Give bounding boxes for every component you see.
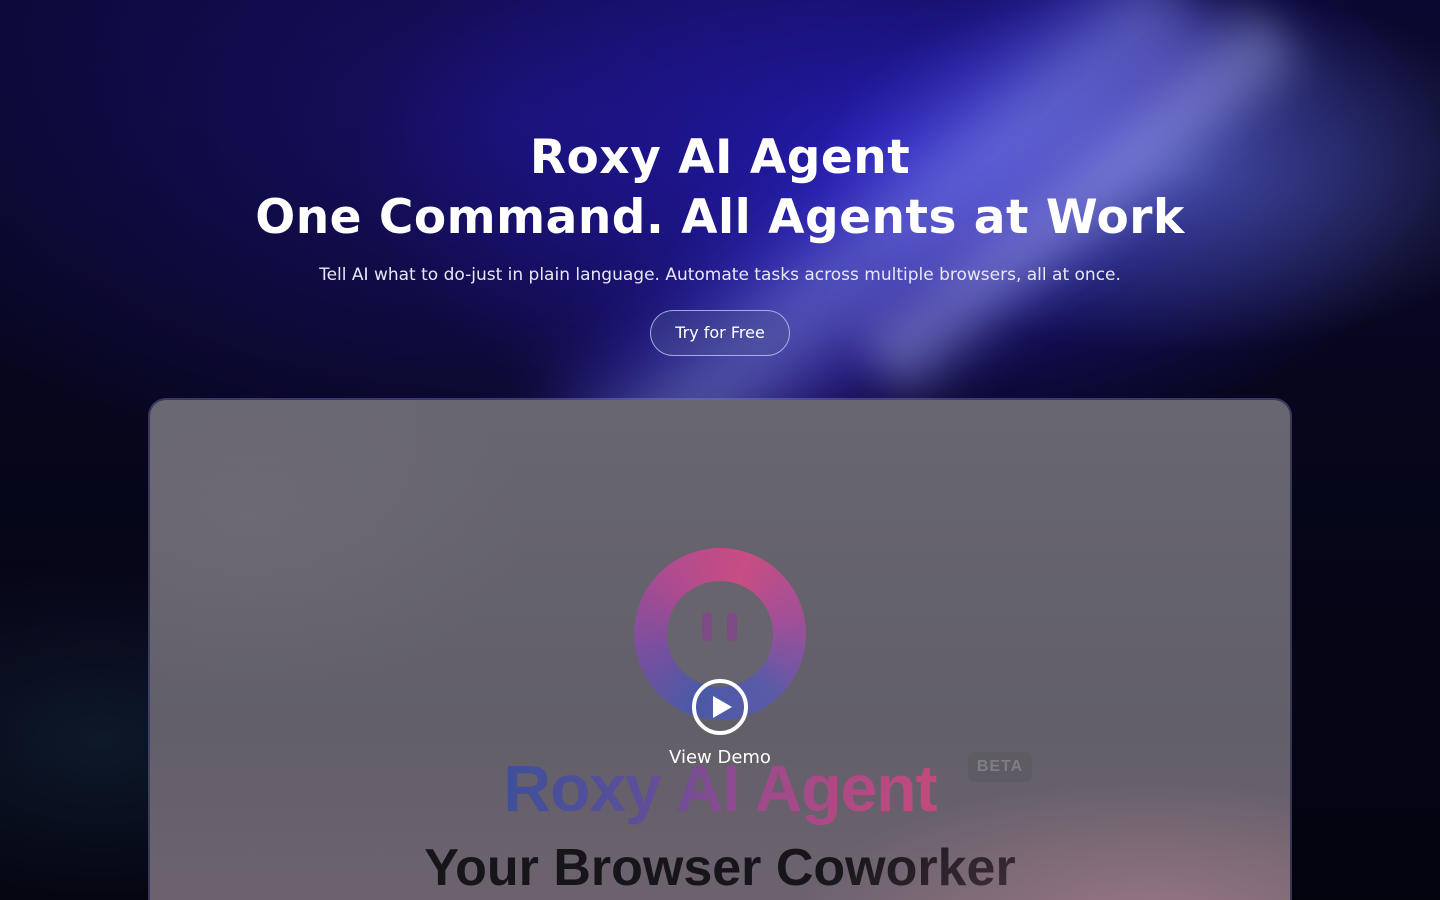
play-icon xyxy=(713,696,732,718)
logo-eye-right xyxy=(727,613,737,641)
view-demo-label[interactable]: View Demo xyxy=(150,746,1290,770)
logo-eye-left xyxy=(702,613,712,641)
hero-section: Roxy AI Agent One Command. All Agents at… xyxy=(0,128,1440,356)
landing-page: Roxy AI Agent One Command. All Agents at… xyxy=(0,0,1440,900)
hero-title: Roxy AI Agent One Command. All Agents at… xyxy=(0,128,1440,248)
try-for-free-button[interactable]: Try for Free xyxy=(650,310,790,356)
hero-title-line2: One Command. All Agents at Work xyxy=(255,190,1185,245)
play-button[interactable] xyxy=(692,679,748,735)
hero-subtitle: Tell AI what to do-just in plain languag… xyxy=(319,265,1121,285)
video-tagline: Your Browser Coworker xyxy=(424,839,1016,897)
hero-title-line1: Roxy AI Agent xyxy=(529,130,911,185)
roxy-logo-face xyxy=(667,581,773,687)
demo-video-card[interactable]: Roxy AI Agent BETA View Demo Your Browse… xyxy=(150,400,1290,900)
